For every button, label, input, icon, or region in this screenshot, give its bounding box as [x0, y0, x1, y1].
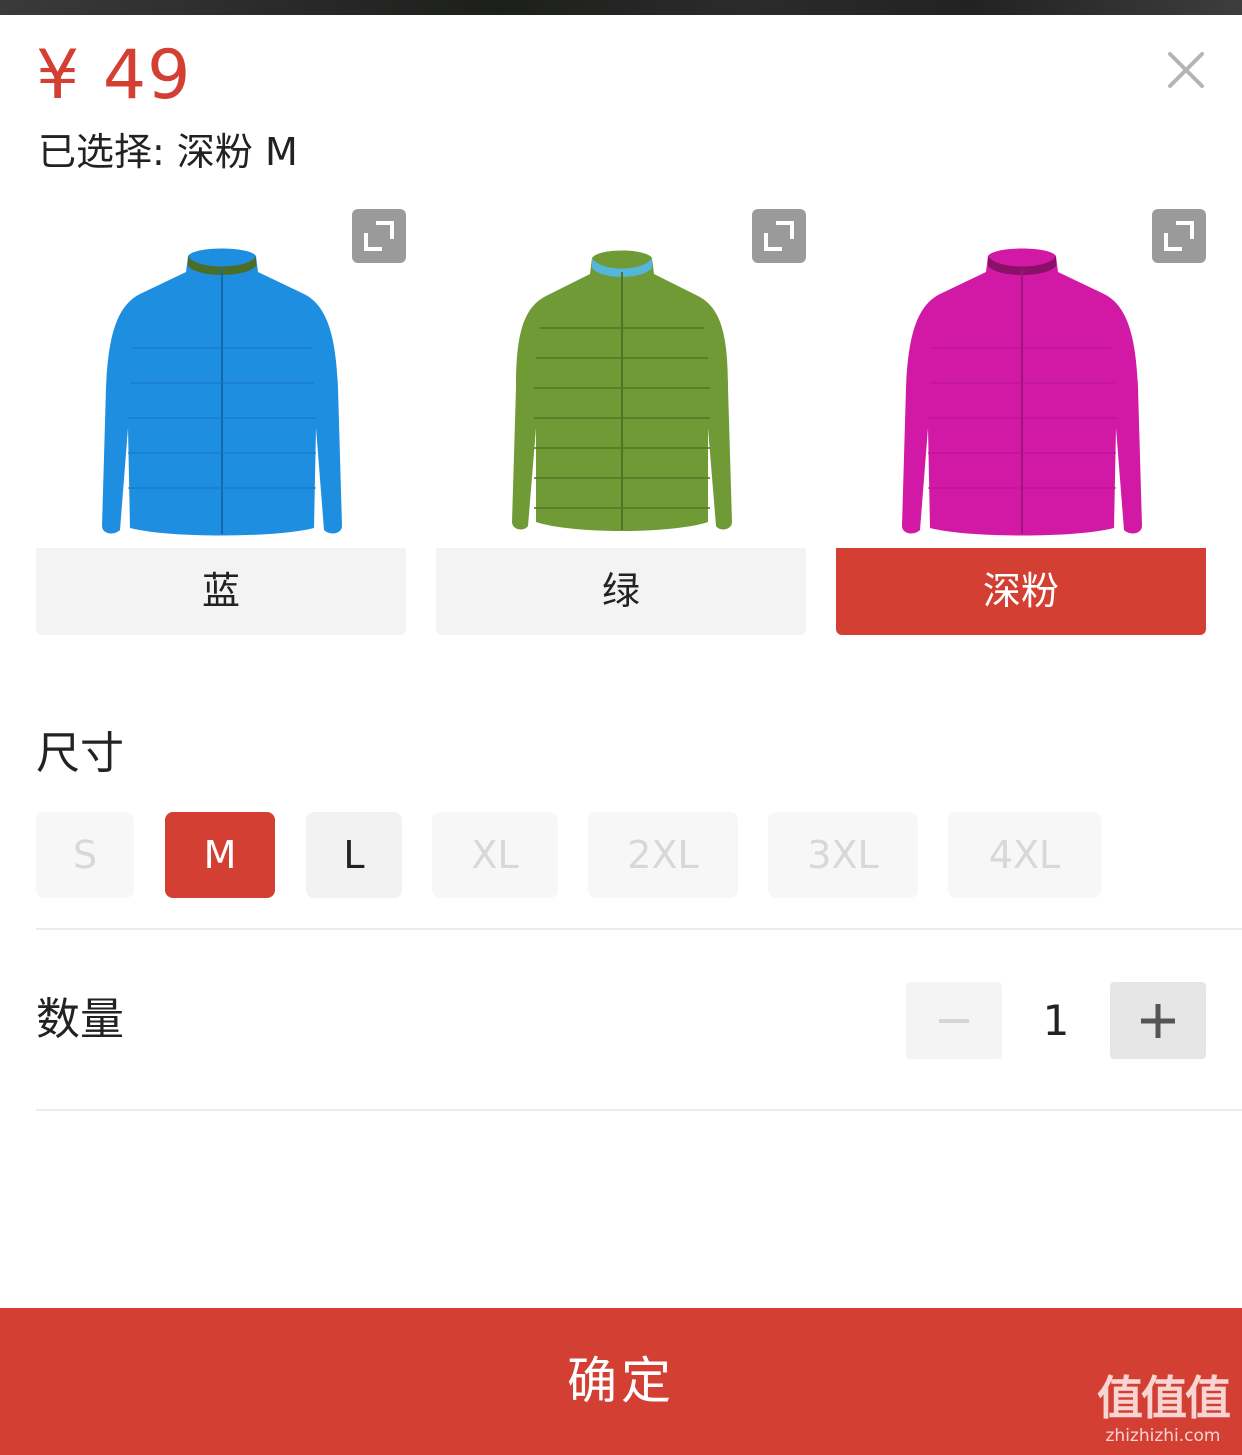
- close-button[interactable]: [1160, 44, 1212, 96]
- size-option-2xl: 2XL: [588, 812, 738, 898]
- size-option-xl: XL: [432, 812, 558, 898]
- price: ¥ 49: [36, 36, 192, 115]
- expand-icon: [1164, 221, 1194, 251]
- divider: [36, 928, 1242, 930]
- expand-image-button[interactable]: [752, 209, 806, 263]
- variant-label: 蓝: [36, 548, 406, 635]
- variant-deep-pink[interactable]: 深粉: [836, 208, 1206, 635]
- jacket-image-deep-pink: [902, 248, 1142, 536]
- selected-variant-text: 已选择: 深粉 M: [38, 130, 298, 174]
- expand-icon: [764, 221, 794, 251]
- size-option-3xl: 3XL: [768, 812, 918, 898]
- plus-icon: [1141, 1004, 1175, 1038]
- size-section-title: 尺寸: [36, 728, 124, 779]
- quantity-value[interactable]: 1: [1002, 982, 1110, 1059]
- size-option-s: S: [36, 812, 134, 898]
- close-icon: [1168, 52, 1204, 88]
- watermark-url: zhizhizhi.com: [1105, 1426, 1221, 1446]
- quantity-section-title: 数量: [36, 994, 124, 1045]
- expand-image-button[interactable]: [1152, 209, 1206, 263]
- quantity-increase-button[interactable]: [1110, 982, 1206, 1059]
- divider: [36, 1109, 1242, 1111]
- watermark-text: 值值值: [1097, 1371, 1231, 1425]
- confirm-button[interactable]: 确定: [0, 1308, 1242, 1455]
- top-background-strip: [0, 0, 1242, 15]
- expand-icon: [364, 221, 394, 251]
- quantity-decrease-button[interactable]: [906, 982, 1002, 1059]
- minus-icon: [939, 1019, 969, 1023]
- size-option-4xl: 4XL: [948, 812, 1101, 898]
- variant-label: 绿: [436, 548, 806, 635]
- variant-label: 深粉: [836, 548, 1206, 635]
- jacket-image-green: [512, 250, 732, 531]
- expand-image-button[interactable]: [352, 209, 406, 263]
- jacket-image-blue: [102, 248, 342, 536]
- size-option-l[interactable]: L: [306, 812, 402, 898]
- variant-blue[interactable]: 蓝: [36, 208, 406, 635]
- watermark-logo: 值值值 zhizhizhi.com: [1090, 1370, 1236, 1450]
- variant-green[interactable]: 绿: [436, 208, 806, 635]
- size-option-m[interactable]: M: [165, 812, 275, 898]
